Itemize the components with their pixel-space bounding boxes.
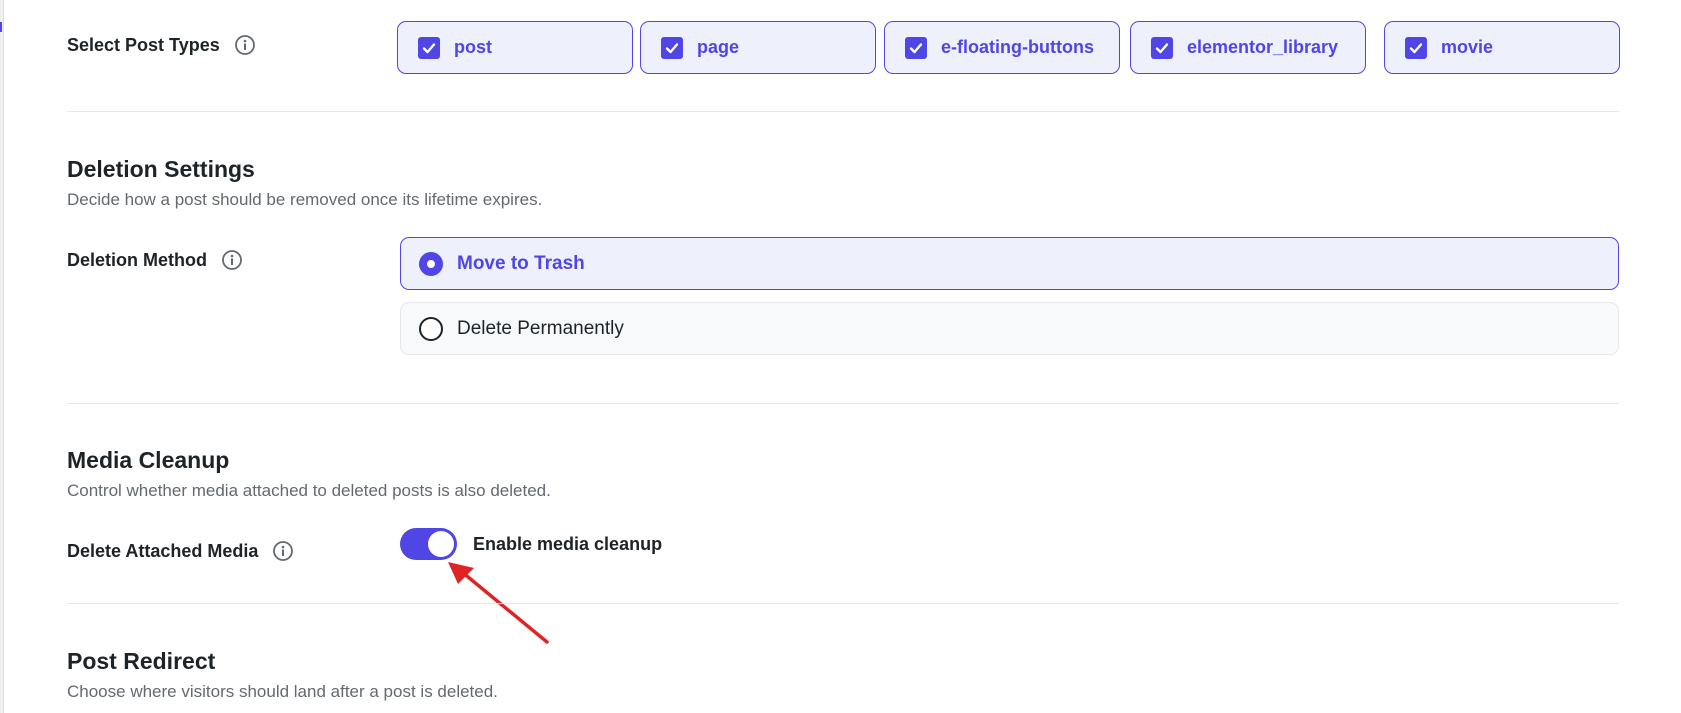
radio-unselected-icon[interactable] <box>419 316 443 341</box>
checkbox-checked-icon[interactable] <box>1151 36 1173 59</box>
deletion-settings-description: Decide how a post should be removed once… <box>67 190 543 209</box>
deletion-method-label: Deletion Method <box>67 249 207 270</box>
annotation-arrow-icon <box>448 562 549 644</box>
media-cleanup-description: Control whether media attached to delete… <box>67 481 551 500</box>
media-cleanup-title: Media Cleanup <box>67 447 230 473</box>
section-divider <box>67 111 1619 112</box>
deletion-method-label-row: Deletion Method <box>67 249 243 271</box>
info-icon[interactable] <box>272 540 294 562</box>
checkbox-checked-icon[interactable] <box>905 36 927 59</box>
radio-option-label: Delete Permanently <box>457 317 624 339</box>
section-divider <box>67 403 1619 404</box>
post-types-label-row: Select Post Types <box>67 34 256 56</box>
deletion-option-move-to-trash[interactable]: Move to Trash <box>400 237 1619 290</box>
section-divider <box>67 603 1619 604</box>
post-type-option-movie[interactable]: movie <box>1384 21 1620 74</box>
post-type-option-post[interactable]: post <box>397 21 633 74</box>
post-type-label: post <box>454 37 492 57</box>
media-cleanup-toggle-label: Enable media cleanup <box>473 534 663 554</box>
radio-selected-icon[interactable] <box>419 251 443 276</box>
post-type-label: e-floating-buttons <box>941 37 1094 57</box>
checkbox-checked-icon[interactable] <box>1405 36 1427 59</box>
delete-attached-media-label: Delete Attached Media <box>67 540 259 561</box>
post-types-label: Select Post Types <box>67 34 220 55</box>
checkbox-checked-icon[interactable] <box>418 36 440 59</box>
post-type-option-e-floating-buttons[interactable]: e-floating-buttons <box>884 21 1120 74</box>
post-redirect-description: Choose where visitors should land after … <box>67 682 498 701</box>
deletion-option-delete-permanently[interactable]: Delete Permanently <box>400 302 1619 355</box>
toggle-knob <box>428 531 454 557</box>
post-type-option-page[interactable]: page <box>640 21 876 74</box>
post-type-option-elementor-library[interactable]: elementor_library <box>1130 21 1366 74</box>
post-type-label: elementor_library <box>1187 37 1339 57</box>
settings-panel: Select Post Types post page e-floating-b… <box>3 0 1681 713</box>
radio-option-label: Move to Trash <box>457 252 585 274</box>
admin-menu-marker <box>0 22 2 32</box>
media-cleanup-toggle[interactable] <box>400 528 457 560</box>
post-redirect-title: Post Redirect <box>67 648 216 674</box>
deletion-settings-title: Deletion Settings <box>67 156 255 182</box>
post-type-label: page <box>697 37 740 57</box>
checkbox-checked-icon[interactable] <box>661 36 683 59</box>
delete-attached-media-label-row: Delete Attached Media <box>67 540 294 562</box>
info-icon[interactable] <box>221 249 243 271</box>
info-icon[interactable] <box>234 34 256 56</box>
post-type-label: movie <box>1441 37 1494 57</box>
